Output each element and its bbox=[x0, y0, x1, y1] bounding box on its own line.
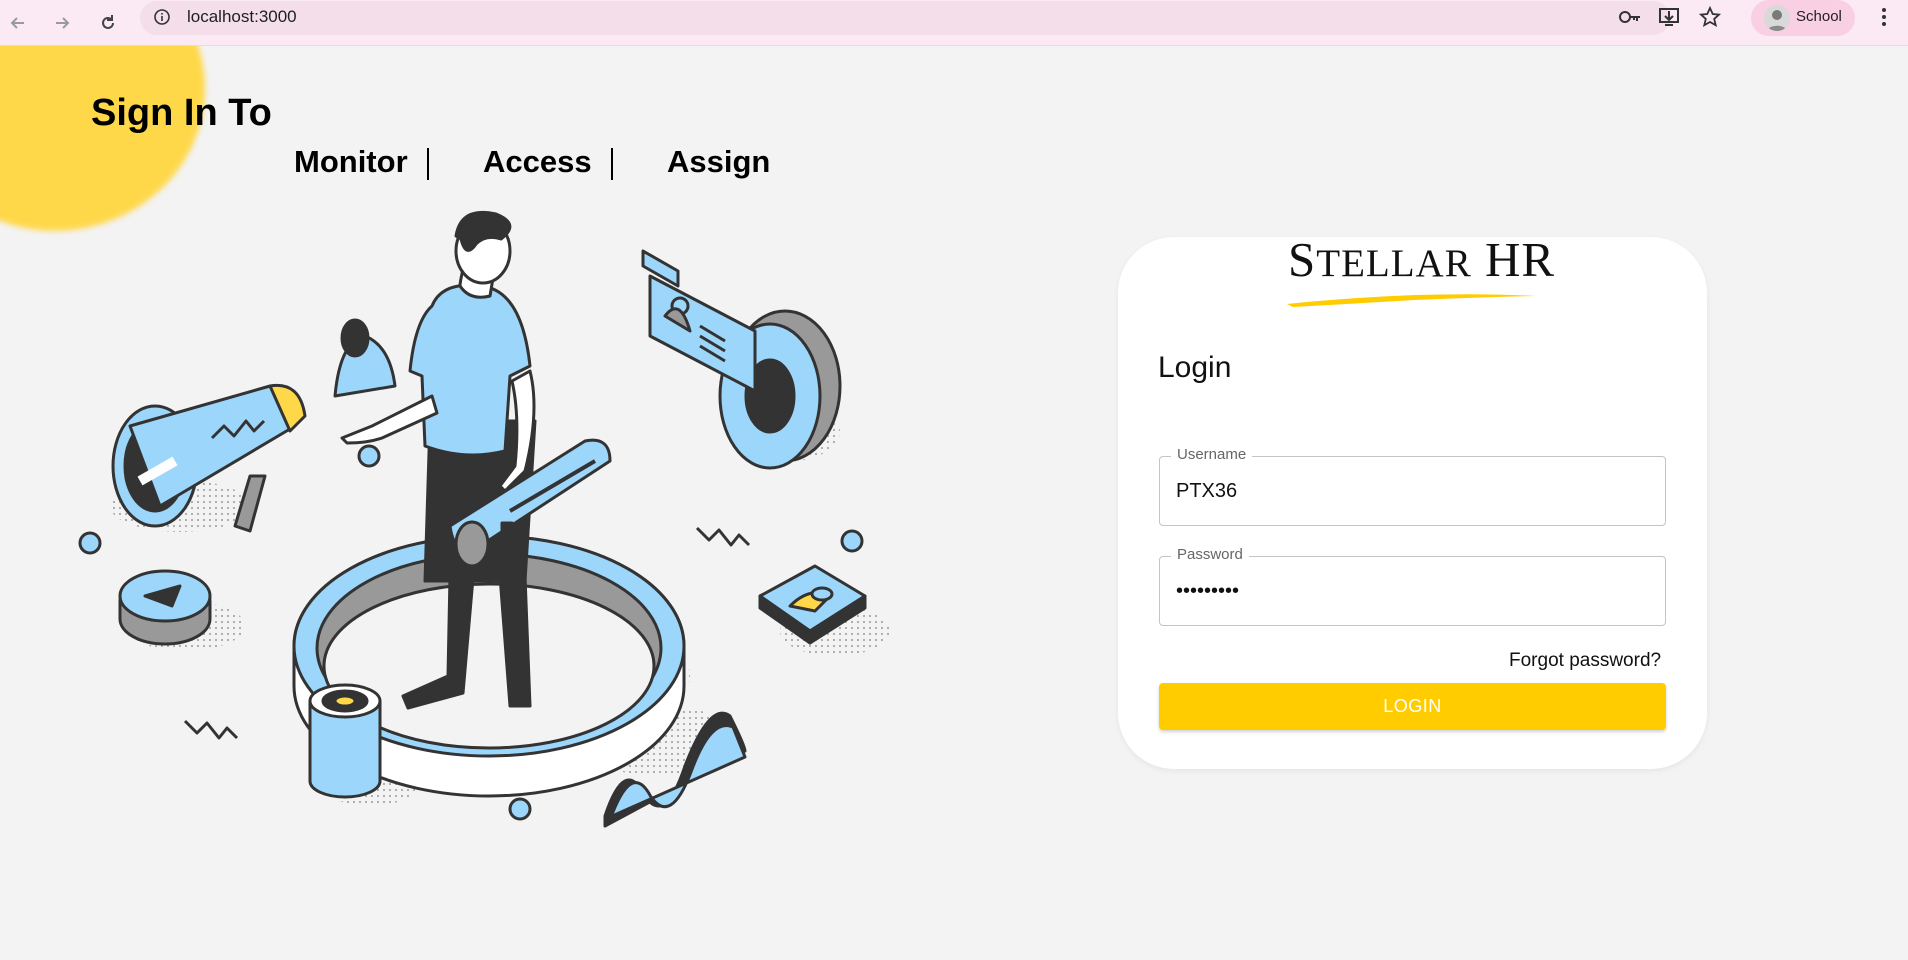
back-icon[interactable] bbox=[2, 7, 34, 39]
address-bar[interactable] bbox=[140, 1, 1670, 35]
brand-swoosh-icon bbox=[1287, 294, 1535, 307]
feature-monitor: Monitor bbox=[294, 144, 408, 179]
brand-logo: STELLAR HR bbox=[1288, 231, 1555, 288]
profile-name[interactable]: School bbox=[1796, 8, 1842, 25]
password-label: Password bbox=[1171, 546, 1249, 563]
password-input[interactable]: ••••••••• bbox=[1176, 580, 1239, 603]
hr-illustration bbox=[78, 210, 890, 828]
username-label: Username bbox=[1171, 446, 1253, 463]
install-app-icon[interactable] bbox=[1656, 4, 1682, 30]
brand-initial: S bbox=[1288, 232, 1317, 287]
login-button[interactable]: LOGIN bbox=[1159, 683, 1666, 730]
feature-assign: Assign bbox=[667, 144, 771, 179]
login-heading: Login bbox=[1158, 351, 1232, 384]
hero-title: Sign In To bbox=[91, 92, 272, 134]
bookmark-star-icon[interactable] bbox=[1697, 4, 1723, 30]
avatar[interactable] bbox=[1764, 5, 1790, 31]
forgot-password-link[interactable]: Forgot password? bbox=[1509, 650, 1661, 672]
brand-word-1: TELLAR bbox=[1316, 242, 1472, 285]
reload-icon[interactable] bbox=[92, 7, 124, 39]
username-input[interactable]: PTX36 bbox=[1176, 480, 1237, 503]
url-text[interactable]: localhost:3000 bbox=[187, 7, 297, 27]
brand-word-2: HR bbox=[1484, 232, 1556, 287]
site-info-icon[interactable] bbox=[149, 4, 175, 30]
feature-access: Access bbox=[483, 144, 592, 179]
menu-icon[interactable] bbox=[1871, 4, 1897, 30]
browser-toolbar: localhost:3000 School bbox=[0, 0, 1908, 46]
forward-icon[interactable] bbox=[46, 7, 78, 39]
password-key-icon[interactable] bbox=[1617, 4, 1643, 30]
